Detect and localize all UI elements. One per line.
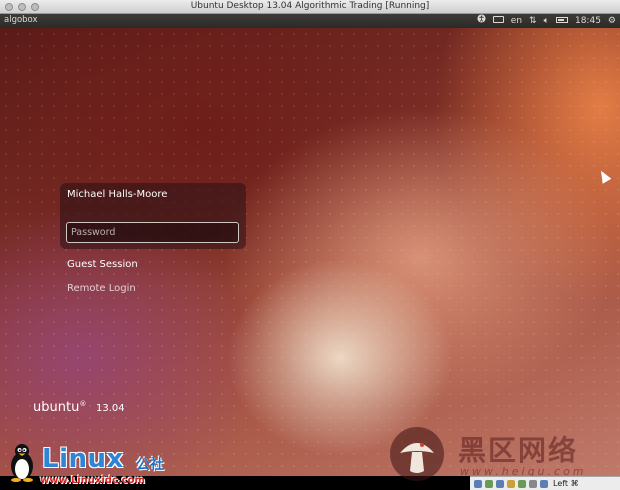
login-background [0, 28, 620, 476]
indicator-tray: en ⇅ 🔈︎ 18:45 ⚙︎ [477, 14, 616, 28]
vbox-status-bar: Left ⌘ [470, 476, 620, 490]
shared-folder-icon[interactable] [507, 479, 515, 488]
host-window-title: Ubuntu Desktop 13.04 Algorithmic Trading… [190, 1, 430, 11]
linuxidc-watermark: Linux 公社 www.Linuxidc.com [8, 442, 198, 490]
mushroom-logo-icon [390, 427, 444, 481]
optical-drive-icon[interactable] [485, 479, 493, 488]
dot-grid-overlay [0, 28, 620, 476]
heiqu-name-cn: 黑区网络 [458, 434, 579, 467]
clock-label[interactable]: 18:45 [575, 14, 601, 28]
hostname-label: algobox [4, 15, 38, 25]
remote-login-item[interactable]: Remote Login [67, 283, 136, 294]
ubuntu-logo: ubuntu® [33, 400, 86, 415]
login-user-box[interactable]: Michael Halls-Moore [60, 183, 246, 249]
user-name-label[interactable]: Michael Halls-Moore [67, 189, 167, 200]
gear-icon[interactable]: ⚙︎ [608, 14, 616, 28]
host-window-titlebar: Ubuntu Desktop 13.04 Algorithmic Trading… [0, 0, 620, 14]
battery-icon[interactable] [555, 14, 568, 28]
host-key-label: Left ⌘ [553, 479, 579, 488]
keyboard-layout-label[interactable]: en [511, 14, 522, 28]
ubuntu-wordmark: ubuntu [33, 400, 80, 415]
ubuntu-version: 13.04 [96, 403, 125, 414]
network-icon[interactable]: ⇅ [529, 14, 537, 28]
keyboard-icon[interactable] [492, 14, 504, 28]
volume-icon[interactable]: 🔈︎ [544, 14, 549, 28]
top-panel: algobox en ⇅ 🔈︎ 18:45 ⚙︎ [0, 14, 620, 28]
accessibility-icon[interactable] [477, 14, 486, 28]
usb-icon[interactable] [496, 479, 504, 488]
registered-mark: ® [79, 400, 87, 408]
network-adapter-icon[interactable] [518, 479, 526, 488]
linux-watermark-url: www.Linuxidc.com [40, 475, 145, 486]
guest-session-item[interactable]: Guest Session [67, 259, 138, 270]
display-icon[interactable] [529, 479, 537, 488]
linux-logo-text: Linux [42, 444, 124, 474]
linux-logo-cn: 公社 [136, 457, 164, 473]
password-input[interactable] [66, 222, 239, 243]
tux-penguin-icon [11, 444, 33, 482]
mouse-integration-icon[interactable] [540, 479, 548, 488]
hard-disk-icon[interactable] [474, 479, 482, 488]
